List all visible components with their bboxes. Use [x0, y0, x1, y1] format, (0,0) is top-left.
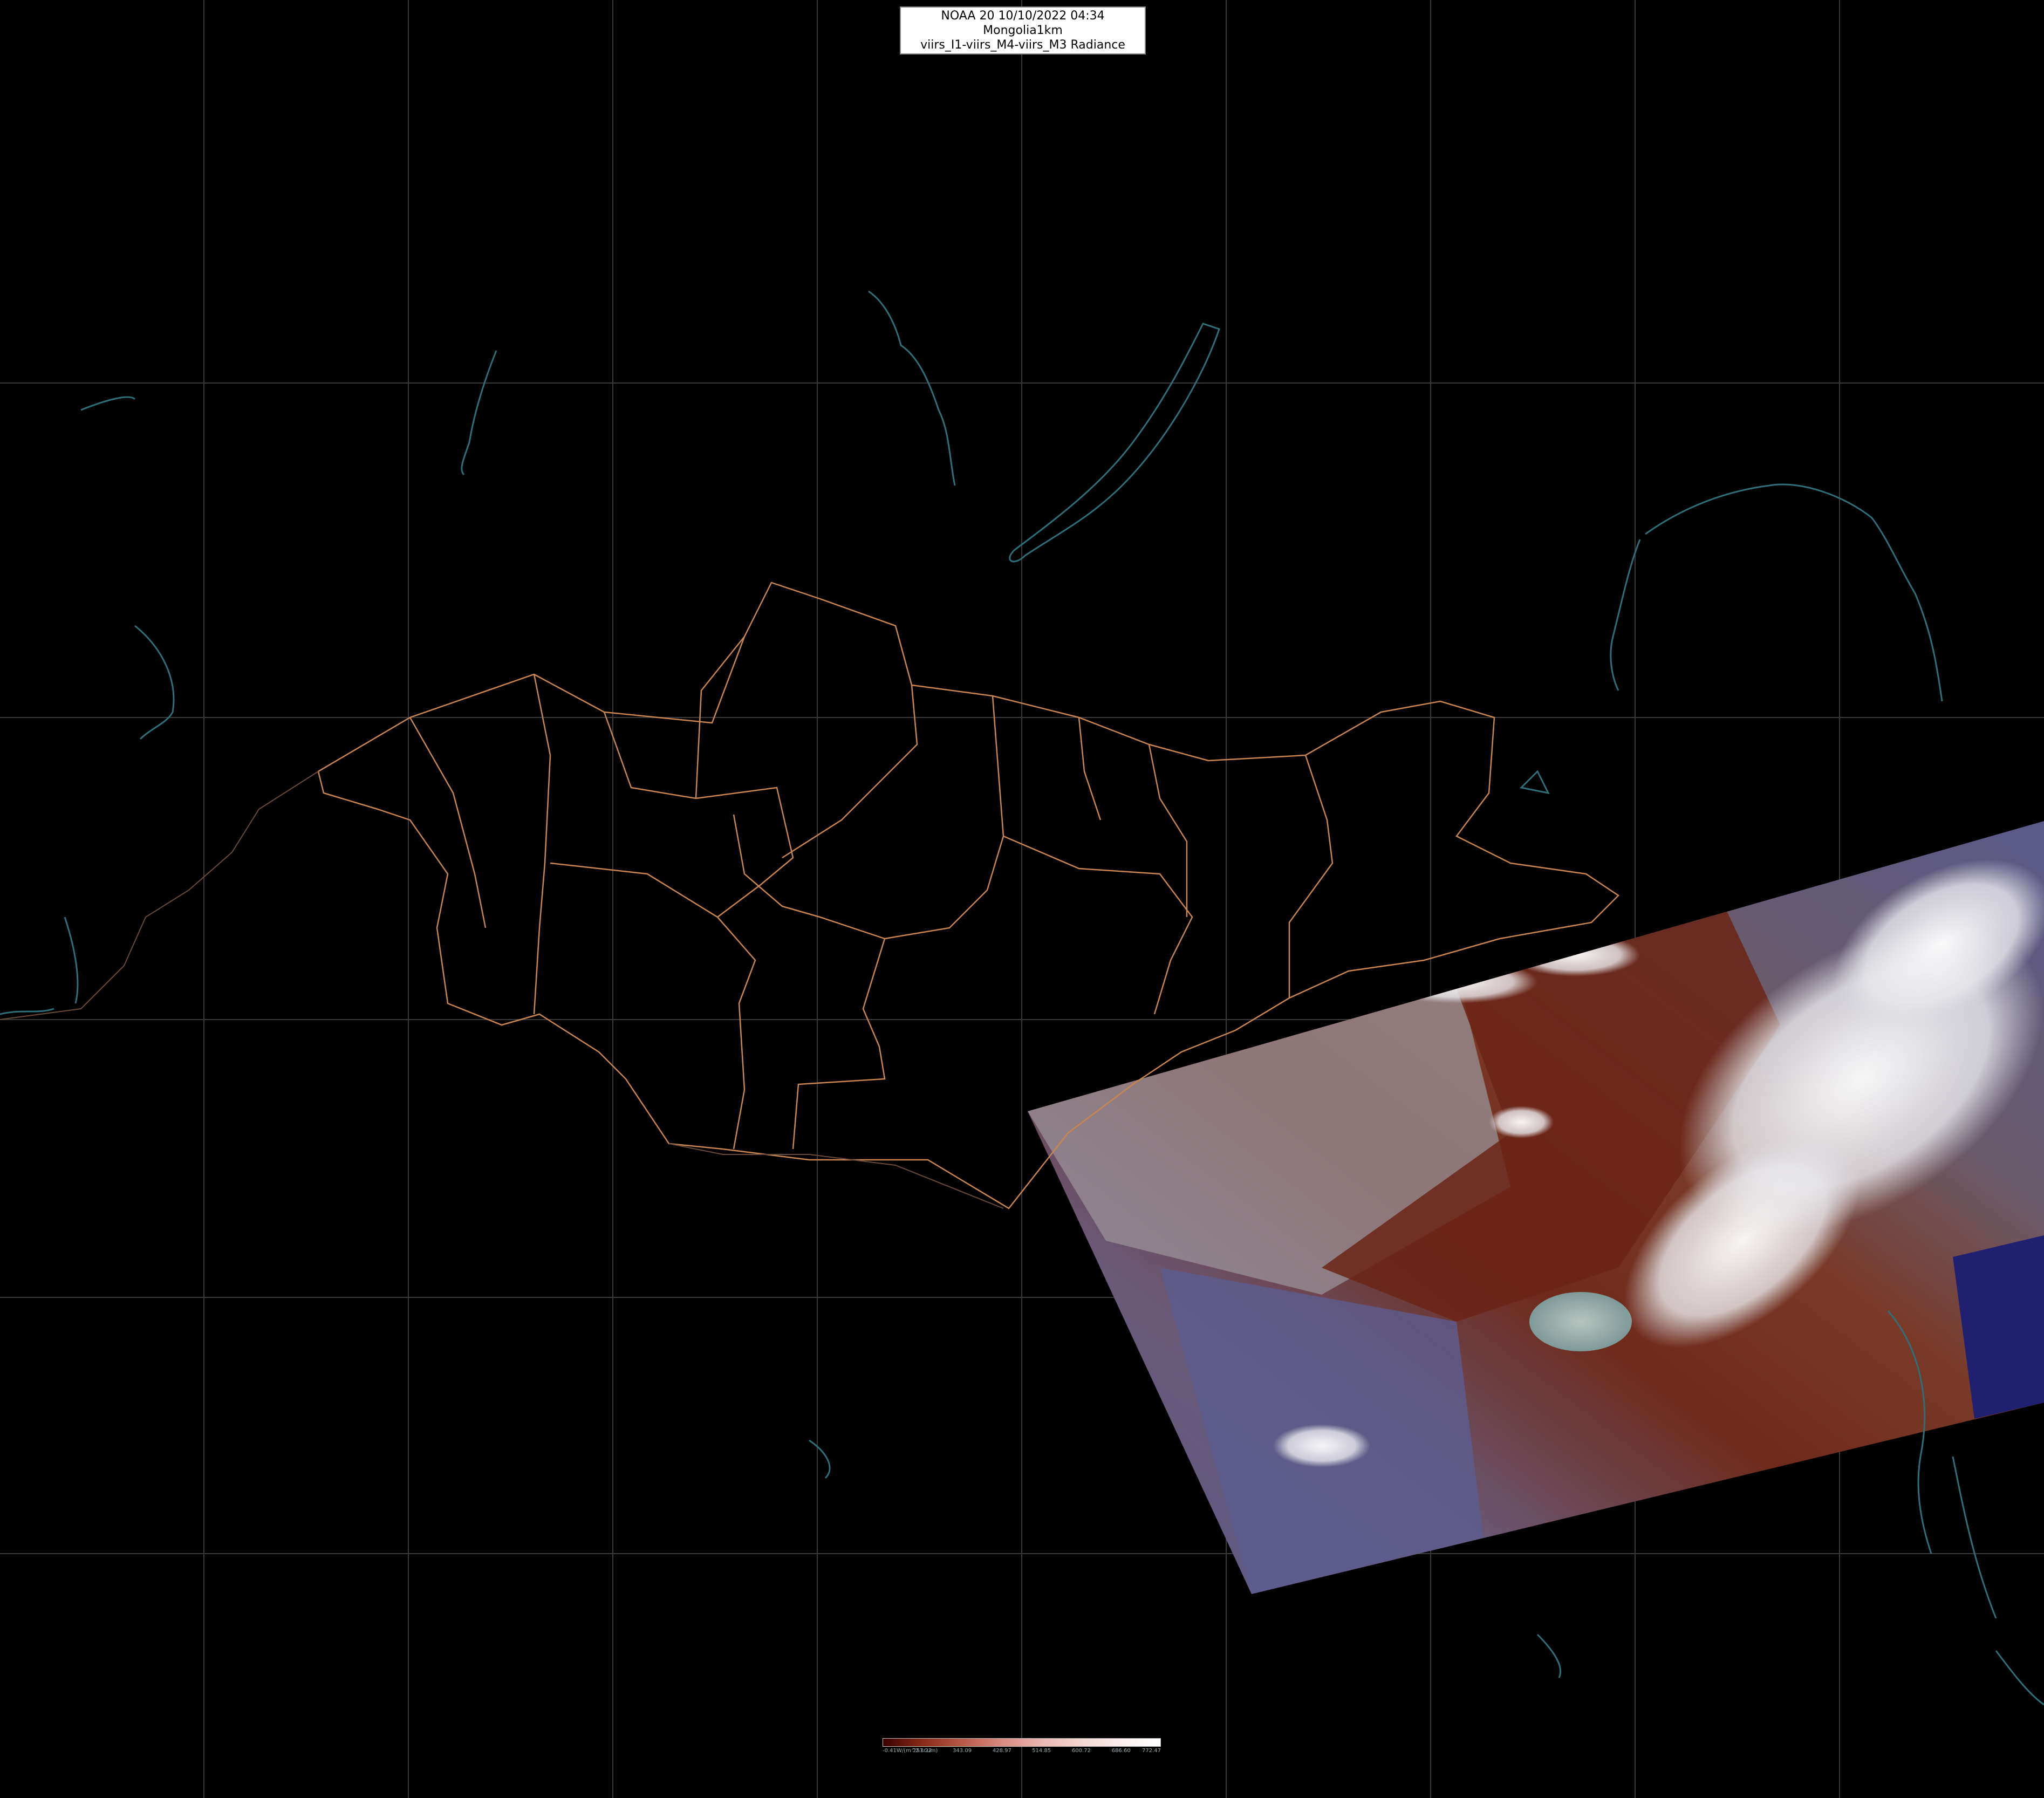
- colorbar-label: 686.60: [1111, 1748, 1131, 1754]
- satellite-swath: [1028, 821, 2044, 1594]
- colorbar-label: 428.97: [992, 1748, 1011, 1754]
- colorbar-legend: -0.41W/(m^2.sr.um) 257.22 343.09 428.97 …: [883, 1738, 1161, 1755]
- colorbar-label: 600.72: [1071, 1748, 1091, 1754]
- colorbar-label: 772.47: [1142, 1748, 1161, 1754]
- colorbar-labels: -0.41W/(m^2.sr.um) 257.22 343.09 428.97 …: [883, 1748, 1161, 1755]
- map-title: NOAA 20 10/10/2022 04:34 Mongolia1km vii…: [900, 6, 1146, 54]
- graticule: [0, 0, 2044, 1798]
- colorbar-label: 514.85: [1032, 1748, 1051, 1754]
- colorbar-ramp: [883, 1738, 1161, 1747]
- colorbar-label: 257.22: [913, 1748, 932, 1754]
- title-line-1: NOAA 20 10/10/2022 04:34 Mongolia1km: [941, 9, 1105, 37]
- country-borders: [0, 771, 1004, 1209]
- colorbar-label: 343.09: [953, 1748, 972, 1754]
- title-line-2: viirs_I1-viirs_M4-viirs_M3 Radiance: [920, 38, 1125, 52]
- satellite-map: [0, 0, 2044, 1798]
